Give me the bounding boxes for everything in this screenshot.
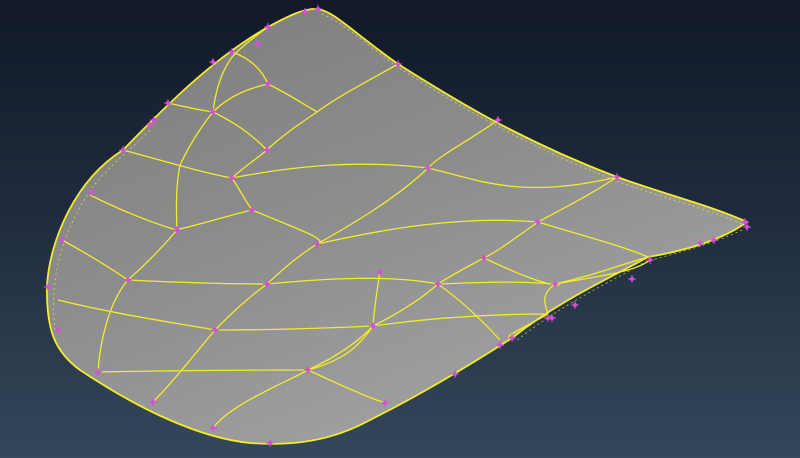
- node-point[interactable]: [382, 400, 388, 406]
- node-point[interactable]: [165, 100, 171, 106]
- node-point[interactable]: [315, 6, 321, 12]
- node-point[interactable]: [249, 207, 255, 213]
- node-point[interactable]: [711, 237, 717, 243]
- node-point[interactable]: [435, 281, 441, 287]
- node-point[interactable]: [210, 109, 216, 115]
- node-point[interactable]: [89, 189, 95, 195]
- node-point[interactable]: [370, 323, 376, 329]
- node-point[interactable]: [614, 174, 620, 180]
- node-point[interactable]: [647, 257, 653, 263]
- node-point[interactable]: [535, 219, 541, 225]
- node-point[interactable]: [264, 147, 270, 153]
- node-point[interactable]: [229, 175, 235, 181]
- node-point[interactable]: [302, 9, 308, 15]
- node-point[interactable]: [210, 59, 216, 65]
- node-point[interactable]: [395, 61, 401, 67]
- surface-mesh-view[interactable]: [0, 0, 800, 458]
- node-point[interactable]: [151, 117, 157, 123]
- node-point[interactable]: [265, 24, 271, 30]
- node-point[interactable]: [212, 327, 218, 333]
- node-point[interactable]: [125, 277, 131, 283]
- node-point[interactable]: [55, 327, 61, 333]
- node-point[interactable]: [59, 237, 65, 243]
- node-point[interactable]: [264, 281, 270, 287]
- node-point[interactable]: [425, 165, 431, 171]
- node-point[interactable]: [265, 81, 271, 87]
- surface-patch[interactable]: [46, 8, 748, 444]
- node-point[interactable]: [572, 302, 578, 308]
- node-point[interactable]: [45, 284, 51, 290]
- node-point[interactable]: [120, 147, 126, 153]
- node-point[interactable]: [744, 224, 750, 230]
- node-point[interactable]: [147, 122, 153, 128]
- node-point[interactable]: [549, 315, 555, 321]
- node-point[interactable]: [305, 367, 311, 373]
- node-point[interactable]: [495, 117, 501, 123]
- node-point[interactable]: [210, 425, 216, 431]
- node-point[interactable]: [267, 440, 273, 446]
- node-point[interactable]: [697, 240, 703, 246]
- node-point[interactable]: [742, 219, 748, 225]
- node-point[interactable]: [229, 49, 235, 55]
- node-point[interactable]: [509, 335, 515, 341]
- node-point[interactable]: [629, 276, 635, 282]
- node-point[interactable]: [481, 255, 487, 261]
- node-point[interactable]: [552, 281, 558, 287]
- cad-viewport[interactable]: [0, 0, 800, 458]
- node-point[interactable]: [497, 342, 503, 348]
- node-point[interactable]: [150, 399, 156, 405]
- node-point[interactable]: [174, 227, 180, 233]
- node-point[interactable]: [377, 269, 383, 275]
- node-point[interactable]: [452, 371, 458, 377]
- node-point[interactable]: [95, 369, 101, 375]
- node-point[interactable]: [314, 241, 320, 247]
- node-point[interactable]: [255, 41, 261, 47]
